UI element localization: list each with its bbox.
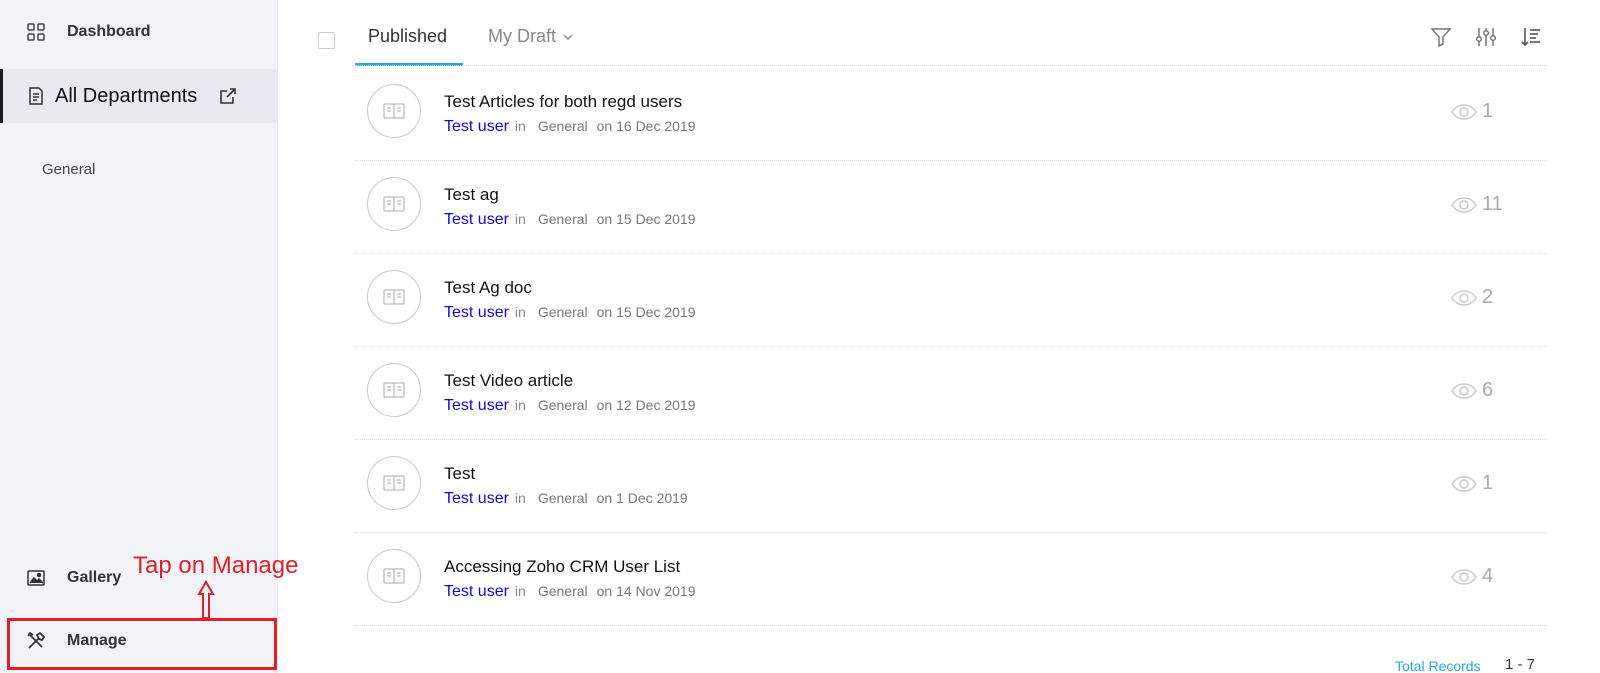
- category-label: General: [537, 304, 588, 320]
- list-item[interactable]: Test Video article Test user in General …: [355, 345, 1547, 440]
- view-count: 6: [1450, 379, 1493, 402]
- author-link[interactable]: Test user: [444, 304, 509, 322]
- filter-icon[interactable]: [1428, 24, 1454, 50]
- sidebar-item-all-departments[interactable]: All Departments: [0, 69, 278, 123]
- view-count: 2: [1450, 286, 1493, 309]
- sidebar-item-label: Dashboard: [67, 23, 151, 40]
- eye-icon: [1450, 196, 1478, 214]
- total-records-range: 1 - 7: [1505, 656, 1536, 673]
- article-book-icon: [367, 177, 421, 231]
- sidebar-item-label: General: [42, 160, 96, 178]
- article-meta: Test user in General on 14 Nov 2019: [444, 583, 696, 601]
- annotation-text: Tap on Manage: [133, 552, 299, 579]
- sidebar-item-label: All Departments: [55, 84, 198, 107]
- article-meta: Test user in General on 15 Dec 2019: [444, 304, 696, 322]
- article-title[interactable]: Test Articles for both regd users: [444, 92, 682, 112]
- view-count: 1: [1450, 472, 1493, 495]
- view-count: 11: [1450, 193, 1503, 216]
- view-count: 4: [1450, 565, 1493, 588]
- annotation-arrow-icon: [197, 580, 215, 619]
- article-title[interactable]: Test Ag doc: [444, 278, 532, 298]
- external-link-icon[interactable]: [217, 85, 239, 107]
- meta-in-text: in: [514, 490, 526, 506]
- date-label: on 12 Dec 2019: [596, 397, 696, 413]
- article-book-icon: [367, 84, 421, 138]
- article-meta: Test user in General on 16 Dec 2019: [444, 118, 696, 136]
- list-item[interactable]: Test Ag doc Test user in General on 15 D…: [355, 252, 1547, 347]
- total-records-label: Total Records: [1395, 658, 1481, 673]
- tab-label: My Draft: [488, 26, 557, 46]
- sort-icon[interactable]: [1518, 24, 1544, 50]
- view-count-value: 11: [1482, 193, 1503, 215]
- category-label: General: [537, 118, 588, 134]
- author-link[interactable]: Test user: [444, 583, 509, 601]
- article-book-icon: [367, 270, 421, 324]
- view-count-value: 4: [1482, 565, 1494, 587]
- category-label: General: [537, 583, 588, 599]
- article-title[interactable]: Test Video article: [444, 371, 573, 391]
- author-link[interactable]: Test user: [444, 490, 509, 508]
- article-book-icon: [367, 363, 421, 417]
- list-item[interactable]: Test ag Test user in General on 15 Dec 2…: [355, 159, 1547, 254]
- article-meta: Test user in General on 12 Dec 2019: [444, 397, 696, 415]
- article-meta: Test user in General on 15 Dec 2019: [444, 211, 696, 229]
- date-label: on 1 Dec 2019: [596, 490, 688, 506]
- date-label: on 15 Dec 2019: [596, 304, 696, 320]
- date-label: on 16 Dec 2019: [596, 118, 696, 134]
- view-count-value: 6: [1482, 379, 1494, 401]
- meta-in-text: in: [514, 397, 526, 413]
- article-title[interactable]: Test: [444, 464, 475, 484]
- chevron-down-icon: [562, 33, 574, 41]
- list-item[interactable]: Test Articles for both regd users Test u…: [355, 66, 1547, 161]
- annotation-highlight-box: [7, 618, 277, 670]
- article-meta: Test user in General on 1 Dec 2019: [444, 490, 688, 508]
- date-label: on 14 Nov 2019: [596, 583, 696, 599]
- article-book-icon: [367, 456, 421, 510]
- author-link[interactable]: Test user: [444, 211, 509, 229]
- author-link[interactable]: Test user: [444, 397, 509, 415]
- tab-my-draft[interactable]: My Draft: [488, 26, 574, 47]
- article-title[interactable]: Accessing Zoho CRM User List: [444, 557, 680, 577]
- meta-in-text: in: [514, 583, 526, 599]
- view-count-value: 2: [1482, 286, 1494, 308]
- eye-icon: [1450, 568, 1478, 586]
- eye-icon: [1450, 475, 1478, 493]
- meta-in-text: in: [514, 304, 526, 320]
- sidebar-item-general[interactable]: General: [0, 158, 278, 180]
- list-item[interactable]: Test Test user in General on 1 Dec 2019 …: [355, 438, 1547, 533]
- eye-icon: [1450, 103, 1478, 121]
- select-all-checkbox[interactable]: [318, 32, 335, 49]
- view-count-value: 1: [1482, 472, 1494, 494]
- meta-in-text: in: [514, 211, 526, 227]
- sliders-icon[interactable]: [1473, 24, 1499, 50]
- image-icon: [25, 567, 47, 589]
- sidebar-item-dashboard[interactable]: Dashboard: [0, 18, 278, 46]
- category-label: General: [537, 211, 588, 227]
- list-item[interactable]: Accessing Zoho CRM User List Test user i…: [355, 531, 1547, 626]
- sidebar-item-label: Gallery: [67, 569, 122, 586]
- category-label: General: [537, 490, 588, 506]
- grid-icon: [25, 21, 47, 43]
- article-title[interactable]: Test ag: [444, 185, 499, 205]
- meta-in-text: in: [514, 118, 526, 134]
- article-book-icon: [367, 549, 421, 603]
- date-label: on 15 Dec 2019: [596, 211, 696, 227]
- category-label: General: [537, 397, 588, 413]
- document-icon: [25, 85, 47, 107]
- view-count-value: 1: [1482, 100, 1494, 122]
- eye-icon: [1450, 382, 1478, 400]
- view-count: 1: [1450, 100, 1493, 123]
- author-link[interactable]: Test user: [444, 118, 509, 136]
- eye-icon: [1450, 289, 1478, 307]
- tab-published[interactable]: Published: [368, 26, 447, 47]
